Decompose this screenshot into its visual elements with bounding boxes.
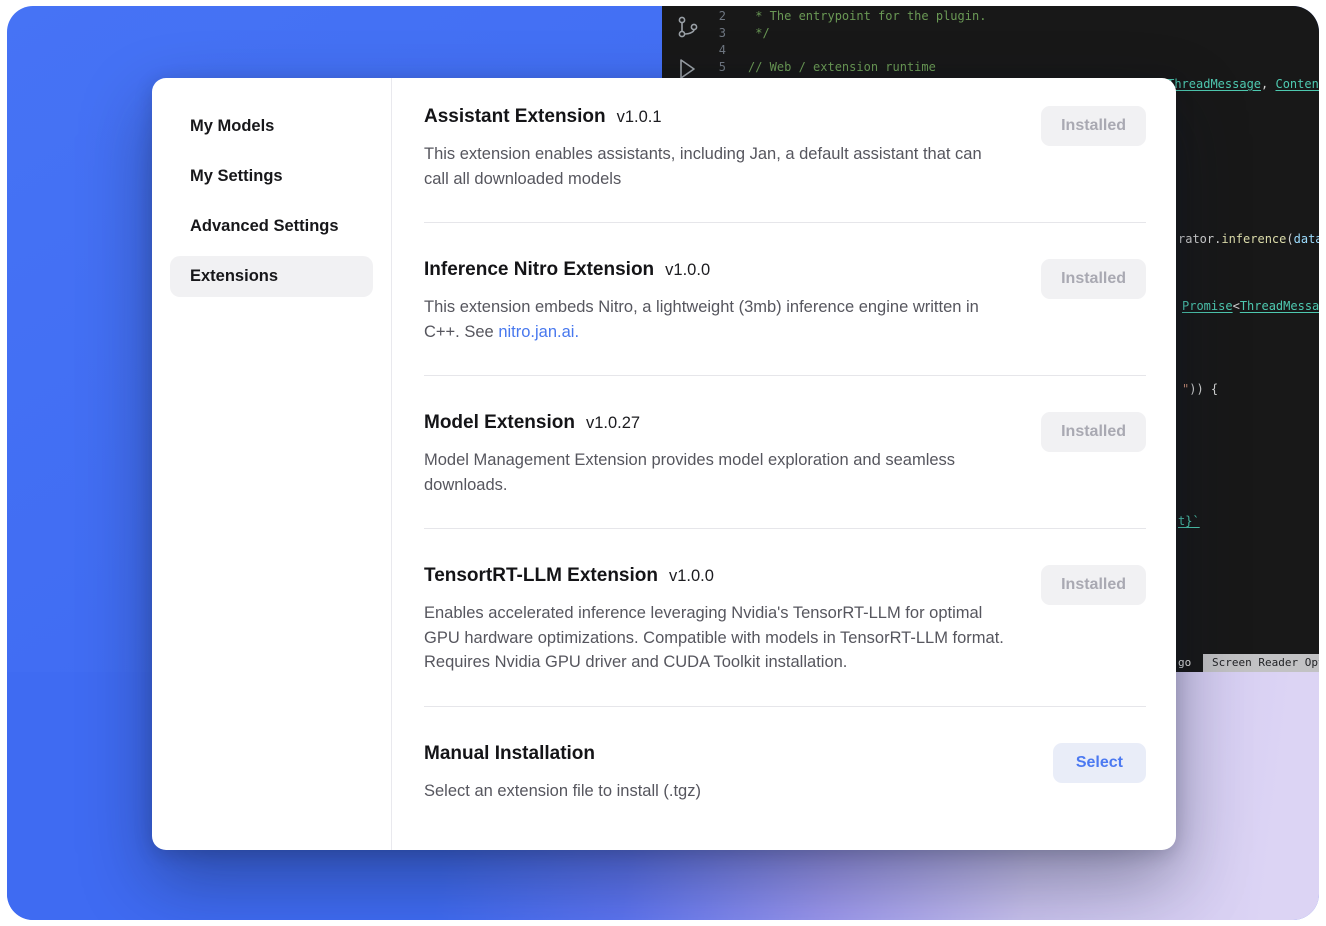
extensions-list: Assistant Extension v1.0.1 This extensio… [392, 78, 1176, 850]
nitro-jan-ai-link[interactable]: nitro.jan.ai. [498, 323, 579, 341]
extension-version: v1.0.0 [669, 563, 714, 589]
divider [424, 222, 1146, 223]
status-left-text: go [1178, 656, 1191, 669]
screen-reader-chip[interactable]: Screen Reader Optimize [1203, 654, 1319, 672]
divider [424, 706, 1146, 707]
sidebar-item-advanced-settings[interactable]: Advanced Settings [170, 206, 373, 247]
select-file-button[interactable]: Select [1053, 743, 1146, 783]
manual-installation-title: Manual Installation [424, 741, 701, 767]
extension-description: This extension enables assistants, inclu… [424, 142, 1004, 191]
extension-name: Model Extension [424, 410, 575, 436]
extension-row-nitro: Inference Nitro Extension v1.0.0 This ex… [424, 257, 1146, 344]
extension-title: Assistant Extension v1.0.1 [424, 104, 1004, 130]
extension-title: Inference Nitro Extension v1.0.0 [424, 257, 1004, 283]
extension-title: TensortRT-LLM Extension v1.0.0 [424, 563, 1004, 589]
sidebar-item-extensions[interactable]: Extensions [170, 256, 373, 297]
manual-installation-description: Select an extension file to install (.tg… [424, 779, 701, 804]
manual-installation-row: Manual Installation Select an extension … [424, 741, 1146, 804]
installed-button[interactable]: Installed [1041, 259, 1146, 299]
extension-version: v1.0.0 [665, 257, 710, 283]
hero-backdrop: 2 * The entrypoint for the plugin.3 */45… [7, 6, 1319, 920]
extension-name: Inference Nitro Extension [424, 257, 654, 283]
sidebar-item-my-models[interactable]: My Models [170, 106, 373, 147]
extension-row-tensorrt: TensortRT-LLM Extension v1.0.0 Enables a… [424, 563, 1146, 675]
extension-name: TensortRT-LLM Extension [424, 563, 658, 589]
extension-description: This extension embeds Nitro, a lightweig… [424, 295, 1004, 344]
divider [424, 375, 1146, 376]
sidebar-item-my-settings[interactable]: My Settings [170, 156, 373, 197]
installed-button[interactable]: Installed [1041, 412, 1146, 452]
installed-button[interactable]: Installed [1041, 106, 1146, 146]
extension-title: Model Extension v1.0.27 [424, 410, 1004, 436]
extension-version: v1.0.27 [586, 410, 640, 436]
extension-description: Enables accelerated inference leveraging… [424, 601, 1004, 675]
extension-row-model: Model Extension v1.0.27 Model Management… [424, 410, 1146, 497]
settings-modal: My Models My Settings Advanced Settings … [152, 78, 1176, 850]
settings-sidebar: My Models My Settings Advanced Settings … [152, 78, 392, 850]
extension-name: Manual Installation [424, 741, 595, 767]
extension-version: v1.0.1 [617, 104, 662, 130]
extension-row-assistant: Assistant Extension v1.0.1 This extensio… [424, 104, 1146, 191]
extension-name: Assistant Extension [424, 104, 606, 130]
divider [424, 528, 1146, 529]
extension-description: Model Management Extension provides mode… [424, 448, 1004, 497]
page: 2 * The entrypoint for the plugin.3 */45… [0, 0, 1326, 926]
installed-button[interactable]: Installed [1041, 565, 1146, 605]
